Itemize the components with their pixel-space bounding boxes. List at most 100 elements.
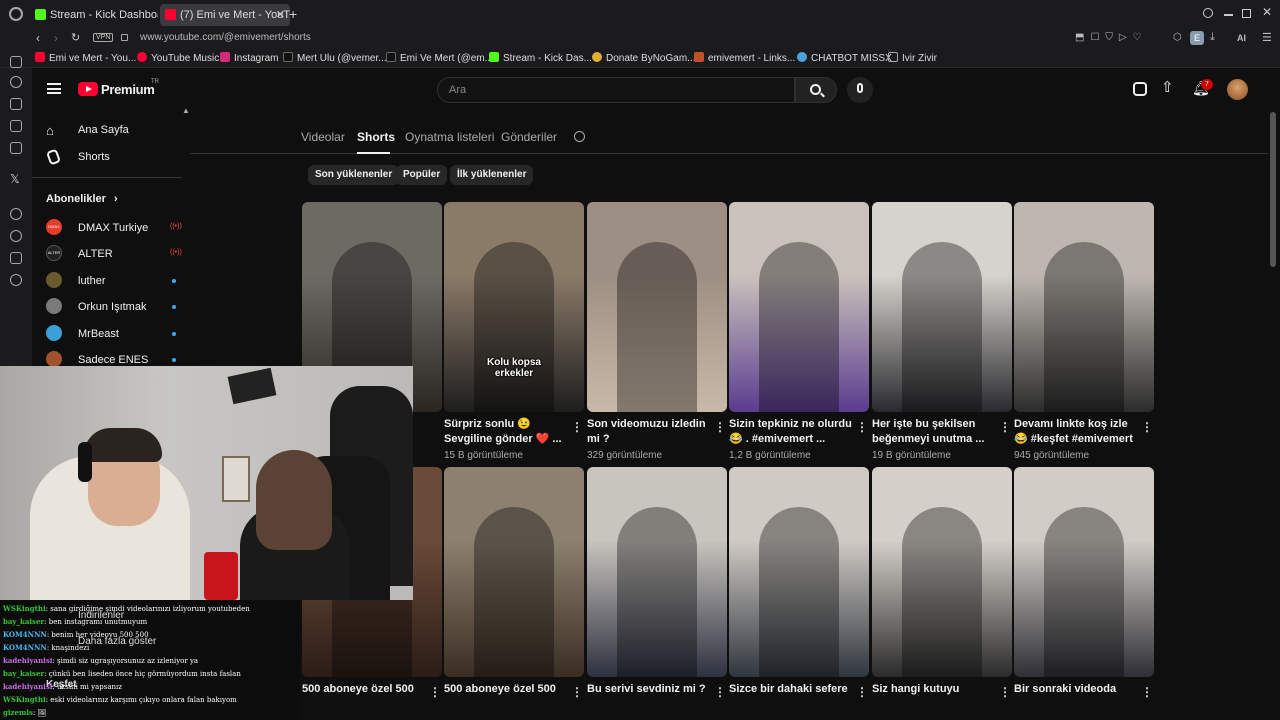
chat-username[interactable]: WSKingthi xyxy=(3,604,46,613)
chat-username[interactable]: kadehiyanisi xyxy=(3,682,52,691)
more-options-icon[interactable]: ⋮ xyxy=(429,685,441,699)
chat-username[interactable]: bay_kaiser xyxy=(3,669,44,678)
history-icon[interactable] xyxy=(10,76,22,88)
vpn-badge[interactable]: VPN xyxy=(93,33,114,42)
bookmark-folder[interactable]: Ivir Zivir xyxy=(888,52,937,64)
short-thumbnail[interactable] xyxy=(729,467,869,677)
short-title-line2[interactable]: 😂 #keşfet #emivemert xyxy=(1014,432,1139,446)
page-scrollbar[interactable] xyxy=(1270,112,1276,267)
search-box[interactable]: Ara xyxy=(437,77,795,103)
player-icon[interactable] xyxy=(10,98,22,110)
short-thumbnail[interactable] xyxy=(587,467,727,677)
upload-icon[interactable]: ⇧ xyxy=(1161,78,1174,96)
clock-icon[interactable] xyxy=(10,230,22,242)
menu-icon[interactable]: ☰ xyxy=(1262,31,1272,44)
x-sidebar-icon[interactable]: 𝕏 xyxy=(10,172,20,186)
short-thumbnail[interactable] xyxy=(444,467,584,677)
chat-username[interactable]: bay_kaiser xyxy=(3,617,44,626)
more-options-icon[interactable]: ⋮ xyxy=(856,420,868,434)
tab-playlists[interactable]: Oynatma listeleri xyxy=(405,130,494,144)
short-thumbnail[interactable] xyxy=(872,467,1012,677)
more-options-icon[interactable]: ⋮ xyxy=(999,685,1011,699)
short-thumbnail[interactable] xyxy=(587,202,727,412)
voice-search-button[interactable] xyxy=(847,77,873,103)
m-icon[interactable] xyxy=(10,142,22,154)
browser-logo-icon[interactable] xyxy=(9,7,23,21)
minimize-icon[interactable] xyxy=(1224,14,1233,16)
short-thumbnail[interactable] xyxy=(872,202,1012,412)
more-options-icon[interactable]: ⋮ xyxy=(571,685,583,699)
more-options-icon[interactable]: ⋮ xyxy=(999,420,1011,434)
subscriptions-heading[interactable]: Abonelikler › xyxy=(46,193,118,205)
search-tabs-icon[interactable] xyxy=(1203,8,1213,18)
ai-button[interactable]: AI xyxy=(1237,33,1246,43)
chip-latest[interactable]: Son yüklenenler xyxy=(308,165,400,185)
short-title[interactable]: Son videomuzu izledin xyxy=(587,417,712,431)
chat-username[interactable]: gizemls xyxy=(3,708,33,717)
short-thumbnail[interactable] xyxy=(729,202,869,412)
short-title[interactable]: Siz hangi kutuyu xyxy=(872,682,997,696)
close-tab-icon[interactable]: ✕ xyxy=(276,4,285,26)
more-options-icon[interactable]: ⋮ xyxy=(1141,685,1153,699)
bookmark-instagram[interactable]: Instagram xyxy=(220,52,278,64)
tab-shorts[interactable]: Shorts xyxy=(357,130,395,144)
chat-username[interactable]: KOM4NNN xyxy=(3,630,47,639)
chip-popular[interactable]: Popüler xyxy=(396,165,448,185)
bookmark-x[interactable]: Emi Ve Mert (@em... xyxy=(386,52,493,64)
bookmark-emivemert[interactable]: Emi ve Mert - You... xyxy=(35,52,136,64)
avatar[interactable] xyxy=(1227,79,1248,100)
bookmark-linktree[interactable]: emivemert - Links... xyxy=(694,52,795,64)
profile-badge[interactable]: E xyxy=(1190,31,1204,45)
tab-videos[interactable]: Videolar xyxy=(301,130,345,144)
short-title[interactable]: Her işte bu şekilsen xyxy=(872,417,997,431)
chat-username[interactable]: kadehiyanisi xyxy=(3,656,52,665)
new-tab-icon[interactable]: + xyxy=(289,6,297,22)
short-thumbnail[interactable] xyxy=(1014,467,1154,677)
bookmark-tiktok[interactable]: Mert Ulu (@vemer... xyxy=(283,52,387,64)
sidebar-collapse-arrow-icon[interactable]: ▲ xyxy=(182,106,190,115)
tab-kick-dashboard[interactable]: Stream - Kick Dashboard xyxy=(30,4,158,26)
record-icon[interactable] xyxy=(10,208,22,220)
back-icon[interactable]: ‹ xyxy=(36,31,40,45)
short-thumbnail[interactable]: Kolu kopsa erkekler xyxy=(444,202,584,412)
search-input[interactable]: Ara xyxy=(449,84,466,96)
forward-icon[interactable]: › xyxy=(54,31,58,45)
chip-oldest[interactable]: İlk yüklenenler xyxy=(450,165,534,185)
maximize-icon[interactable] xyxy=(1242,9,1251,18)
more-options-icon[interactable]: ⋮ xyxy=(714,420,726,434)
short-title[interactable]: 500 aboneye özel 500 xyxy=(302,682,427,696)
short-title[interactable]: Bir sonraki videoda xyxy=(1014,682,1139,696)
reload-icon[interactable]: ↻ xyxy=(71,31,80,44)
live-chat-icon[interactable] xyxy=(1133,82,1147,96)
short-title[interactable]: 500 aboneye özel 500 xyxy=(444,682,569,696)
more-options-icon[interactable]: ⋮ xyxy=(714,685,726,699)
short-title[interactable]: Sürpriz sonlu 😉 xyxy=(444,417,569,431)
download-icon[interactable]: ⤓ xyxy=(1210,31,1215,44)
bookmark-youtube-music[interactable]: YouTube Music xyxy=(137,52,219,64)
extensions-icon[interactable]: ⬡ xyxy=(1173,32,1182,43)
short-title[interactable]: Bu serivi sevdiniz mi ? xyxy=(587,682,712,696)
tab-youtube[interactable]: (7) Emi ve Mert - YouTube ✕ xyxy=(160,4,290,26)
chat-username[interactable]: WSKingthi xyxy=(3,695,46,704)
chat-username[interactable]: KOM4NNN xyxy=(3,643,47,652)
short-title-line2[interactable]: mi ? xyxy=(587,432,712,446)
tab-posts[interactable]: Gönderiler xyxy=(501,130,557,144)
hamburger-menu-icon[interactable] xyxy=(47,83,61,94)
bookmark-chatbot[interactable]: CHATBOT MISSX xyxy=(797,52,892,64)
notes-icon[interactable] xyxy=(10,120,22,132)
short-title[interactable]: Devamı linkte koş izle xyxy=(1014,417,1139,431)
extensions-sidebar-icon[interactable] xyxy=(10,252,22,264)
short-title[interactable]: Sizin tepkiniz ne olurdu xyxy=(729,417,854,431)
bookmark-donate[interactable]: Donate ByNoGam... xyxy=(592,52,695,64)
url-field[interactable]: www.youtube.com/@emivemert/shorts xyxy=(140,32,311,43)
short-title-line2[interactable]: 😂 . #emivemert ... xyxy=(729,432,854,446)
short-title-line2[interactable]: Sevgiline gönder ❤️ ... xyxy=(444,432,569,446)
search-button[interactable] xyxy=(795,77,837,103)
short-thumbnail[interactable] xyxy=(1014,202,1154,412)
short-title-line2[interactable]: beğenmeyi unutma ... xyxy=(872,432,997,446)
more-options-icon[interactable]: ⋮ xyxy=(1141,420,1153,434)
short-title[interactable]: Sizce bir dahaki sefere xyxy=(729,682,854,696)
messenger-icon[interactable] xyxy=(10,56,22,68)
more-options-icon[interactable]: ⋮ xyxy=(856,685,868,699)
more-options-icon[interactable]: ⋮ xyxy=(571,420,583,434)
